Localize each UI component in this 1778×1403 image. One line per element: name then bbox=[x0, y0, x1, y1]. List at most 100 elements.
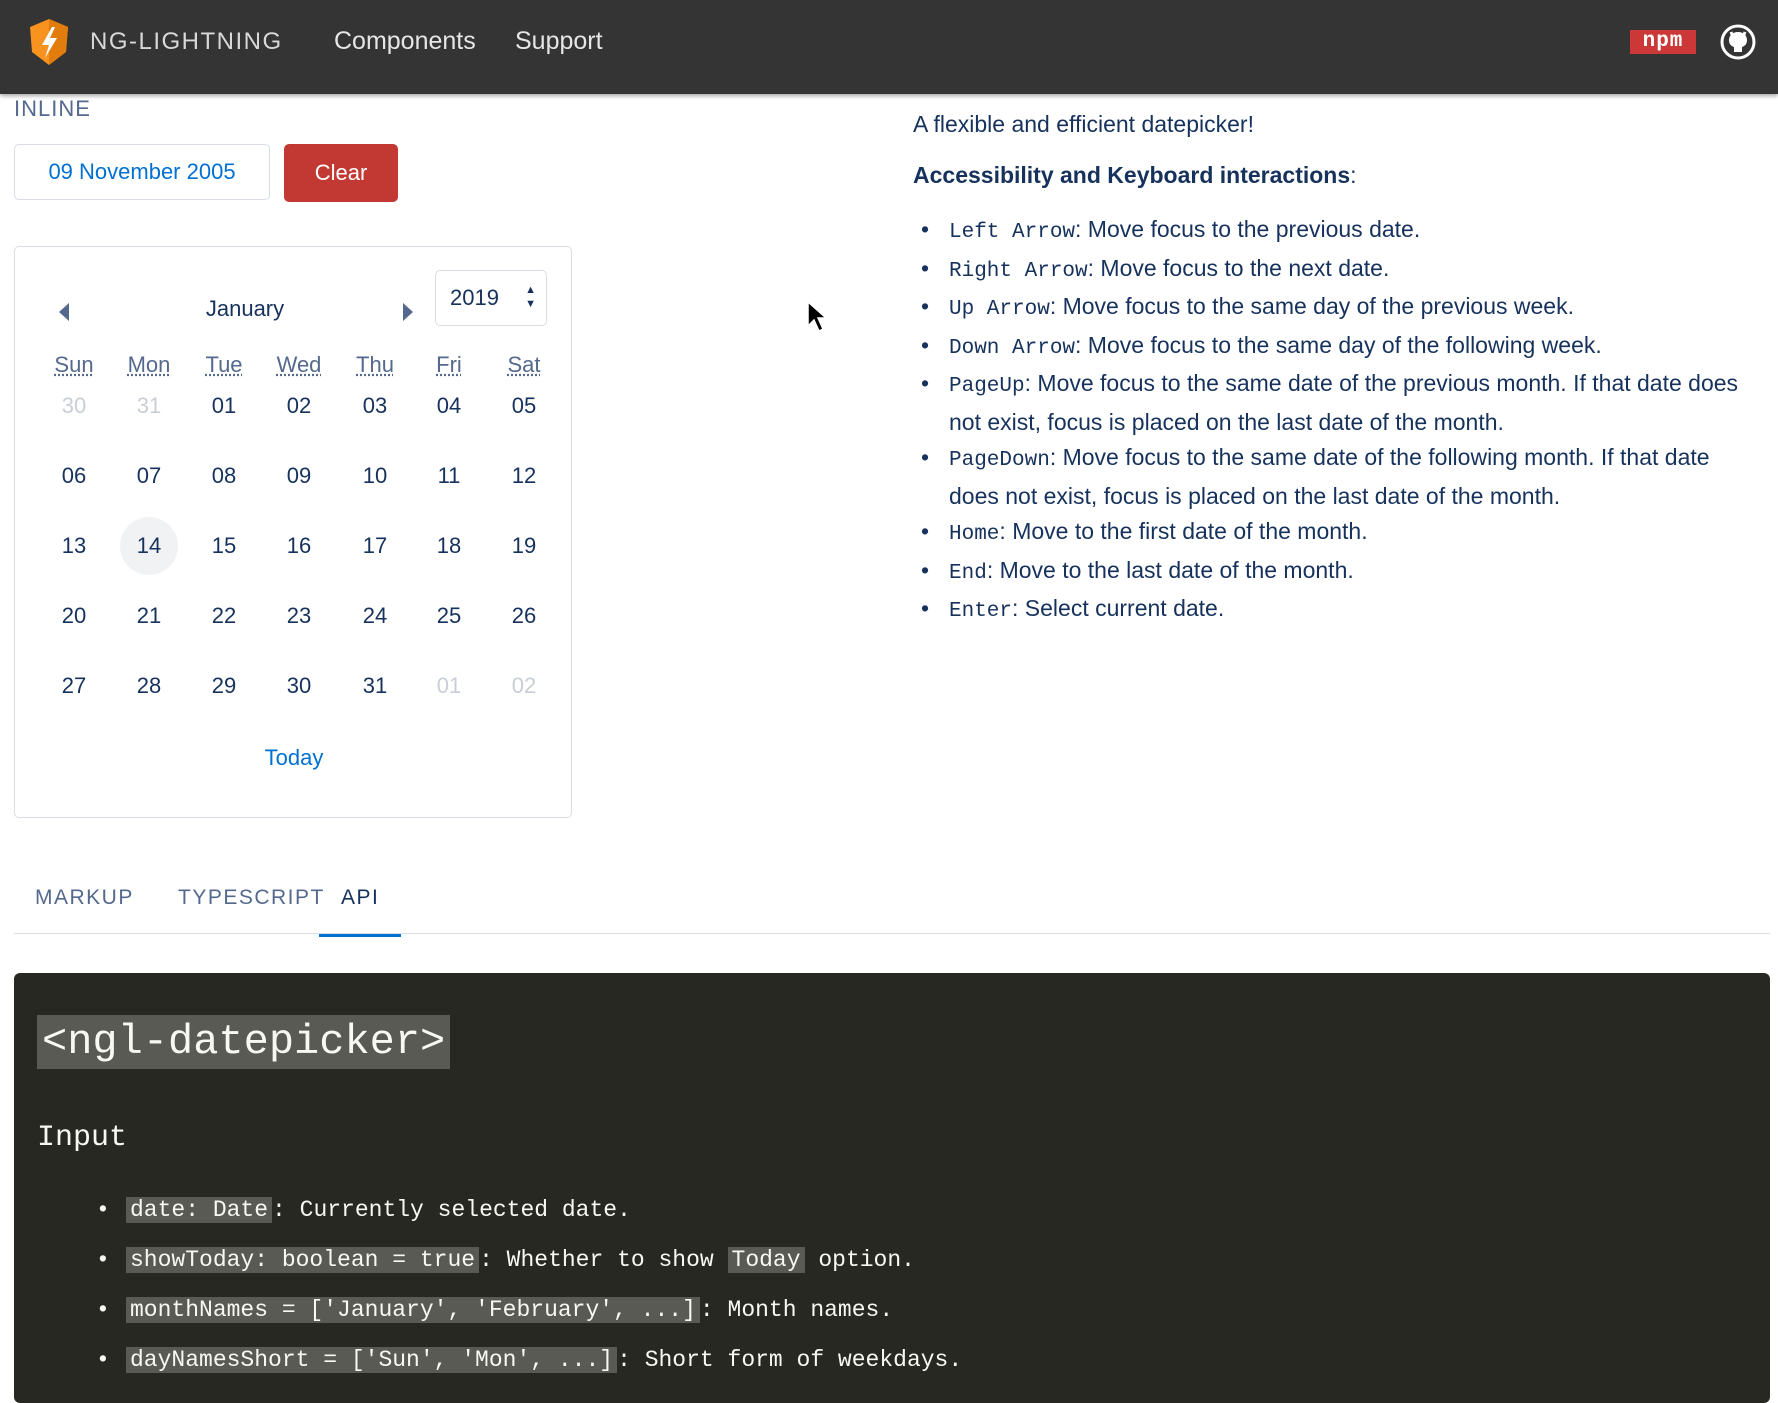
calendar-day[interactable]: 08 bbox=[195, 447, 253, 505]
calendar-day[interactable]: 20 bbox=[45, 587, 103, 645]
key-name: Enter bbox=[949, 600, 1013, 623]
keyboard-item: Enter: Select current date. bbox=[913, 591, 1758, 630]
api-section-title: Input bbox=[37, 1121, 128, 1155]
prev-month-icon[interactable] bbox=[49, 297, 79, 327]
year-spinner-icon[interactable]: ▲ ▼ bbox=[525, 283, 536, 311]
key-description: : Move focus to the same date of the pre… bbox=[949, 370, 1739, 435]
day-header-sat: Sat bbox=[507, 352, 541, 377]
brand-name[interactable]: NG-LIGHTNING bbox=[90, 28, 283, 56]
day-header-mon: Mon bbox=[127, 352, 171, 377]
calendar-day[interactable]: 25 bbox=[420, 587, 478, 645]
clear-button[interactable]: Clear bbox=[284, 144, 398, 202]
calendar-day[interactable]: 07 bbox=[120, 447, 178, 505]
keyboard-item: Right Arrow: Move focus to the next date… bbox=[913, 251, 1758, 290]
calendar-day[interactable]: 14 bbox=[120, 517, 178, 575]
day-header-wed: Wed bbox=[276, 352, 322, 377]
keyboard-item: End: Move to the last date of the month. bbox=[913, 553, 1758, 592]
api-panel: <ngl-datepicker> Input date: Date: Curre… bbox=[14, 973, 1770, 1403]
key-description: : Move to the last date of the month. bbox=[986, 556, 1354, 583]
calendar-day[interactable]: 06 bbox=[45, 447, 103, 505]
calendar-day[interactable]: 24 bbox=[346, 587, 404, 645]
calendar-day[interactable]: 16 bbox=[270, 517, 328, 575]
calendar-day[interactable]: 15 bbox=[195, 517, 253, 575]
mouse-cursor-icon bbox=[807, 300, 828, 333]
key-name: Right Arrow bbox=[949, 259, 1088, 283]
keyboard-title: Accessibility and Keyboard interactions: bbox=[913, 162, 1357, 189]
calendar-day[interactable]: 10 bbox=[346, 447, 404, 505]
key-description: : Select current date. bbox=[1012, 595, 1225, 621]
api-input-list: date: Date: Currently selected date.show… bbox=[14, 1193, 962, 1393]
key-name: Up Arrow bbox=[949, 298, 1050, 321]
api-component-title: <ngl-datepicker> bbox=[37, 1015, 451, 1069]
calendar-day[interactable]: 30 bbox=[270, 657, 328, 715]
today-link[interactable]: Today bbox=[15, 745, 573, 771]
day-header-fri: Fri bbox=[436, 352, 462, 377]
api-input-description: : Short form of weekdays. bbox=[617, 1347, 963, 1373]
api-input-item: monthNames = ['January', 'February', ...… bbox=[14, 1293, 962, 1343]
day-header-thu: Thu bbox=[356, 352, 394, 377]
next-month-icon[interactable] bbox=[393, 297, 423, 327]
calendar-day[interactable]: 13 bbox=[45, 517, 103, 575]
npm-icon[interactable]: npm bbox=[1630, 30, 1696, 54]
api-input-description: : Month names. bbox=[699, 1297, 894, 1323]
nav-support[interactable]: Support bbox=[515, 27, 603, 56]
calendar-day[interactable]: 18 bbox=[420, 517, 478, 575]
year-select[interactable]: 2019 ▲ ▼ bbox=[435, 270, 547, 326]
api-input-signature: monthNames = ['January', 'February', ...… bbox=[126, 1297, 700, 1323]
tab-typescript[interactable]: TYPESCRIPT bbox=[178, 884, 325, 934]
keyboard-item: PageUp: Move focus to the same date of t… bbox=[913, 366, 1758, 440]
key-name: End bbox=[949, 561, 987, 585]
api-inline-code: Today bbox=[727, 1247, 805, 1273]
calendar-day[interactable]: 11 bbox=[420, 447, 478, 505]
calendar-day[interactable]: 09 bbox=[270, 447, 328, 505]
key-name: Down Arrow bbox=[949, 336, 1076, 360]
tab-api[interactable]: API bbox=[319, 884, 402, 937]
api-input-signature: date: Date bbox=[126, 1197, 273, 1223]
github-icon[interactable] bbox=[1720, 24, 1756, 60]
calendar-day[interactable]: 03 bbox=[346, 377, 404, 435]
datepicker-calendar: January 2019 ▲ ▼ Sun Mon Tue Wed Thu Fri Sat 30… bbox=[14, 246, 572, 818]
day-header-tue: Tue bbox=[205, 352, 243, 377]
keyboard-list: Left Arrow: Move focus to the previous d… bbox=[913, 212, 1758, 630]
keyboard-title-text: Accessibility and Keyboard interactions bbox=[913, 162, 1351, 188]
keyboard-item: Left Arrow: Move focus to the previous d… bbox=[913, 212, 1758, 251]
api-input-signature: dayNamesShort = ['Sun', 'Mon', ...] bbox=[126, 1347, 618, 1373]
calendar-day[interactable]: 05 bbox=[495, 377, 553, 435]
year-value: 2019 bbox=[450, 285, 499, 310]
calendar-day[interactable]: 31 bbox=[346, 657, 404, 715]
key-description: : Move focus to the previous date. bbox=[1075, 216, 1421, 242]
component-intro: A flexible and efficient datepicker! bbox=[913, 111, 1254, 137]
top-navbar: NG-LIGHTNING Components Support npm bbox=[0, 0, 1778, 94]
calendar-day[interactable]: 27 bbox=[45, 657, 103, 715]
calendar-day[interactable]: 26 bbox=[495, 587, 553, 645]
calendar-day[interactable]: 17 bbox=[346, 517, 404, 575]
calendar-day[interactable]: 23 bbox=[270, 587, 328, 645]
tab-markup[interactable]: MARKUP bbox=[35, 884, 134, 934]
api-input-item: showToday: boolean = true: Whether to sh… bbox=[14, 1243, 962, 1293]
api-input-description-end: option. bbox=[804, 1247, 915, 1273]
calendar-day[interactable]: 12 bbox=[495, 447, 553, 505]
calendar-day: 02 bbox=[511, 673, 537, 698]
calendar-day[interactable]: 01 bbox=[195, 377, 253, 435]
key-name: Left Arrow bbox=[949, 221, 1076, 244]
calendar-day: 31 bbox=[136, 393, 162, 418]
nav-components[interactable]: Components bbox=[334, 27, 476, 56]
api-input-item: date: Date: Currently selected date. bbox=[14, 1193, 962, 1243]
calendar-day[interactable]: 02 bbox=[270, 377, 328, 435]
calendar-day[interactable]: 19 bbox=[495, 517, 553, 575]
keyboard-item: PageDown: Move focus to the same date of… bbox=[913, 440, 1758, 514]
calendar-day: 01 bbox=[436, 673, 462, 698]
calendar-day[interactable]: 28 bbox=[120, 657, 178, 715]
calendar-day[interactable]: 21 bbox=[120, 587, 178, 645]
api-input-description: : Currently selected date. bbox=[272, 1197, 631, 1223]
day-header-sun: Sun bbox=[54, 352, 94, 377]
date-input[interactable]: 09 November 2005 bbox=[14, 144, 270, 200]
calendar-day[interactable]: 29 bbox=[195, 657, 253, 715]
calendar-day[interactable]: 22 bbox=[195, 587, 253, 645]
api-input-description: : Whether to show bbox=[479, 1247, 728, 1273]
tab-divider bbox=[14, 933, 1770, 934]
calendar-day[interactable]: 04 bbox=[420, 377, 478, 435]
lightning-logo-icon[interactable] bbox=[28, 18, 70, 66]
key-name: PageUp bbox=[949, 375, 1025, 398]
keyboard-item: Up Arrow: Move focus to the same day of … bbox=[913, 289, 1758, 328]
